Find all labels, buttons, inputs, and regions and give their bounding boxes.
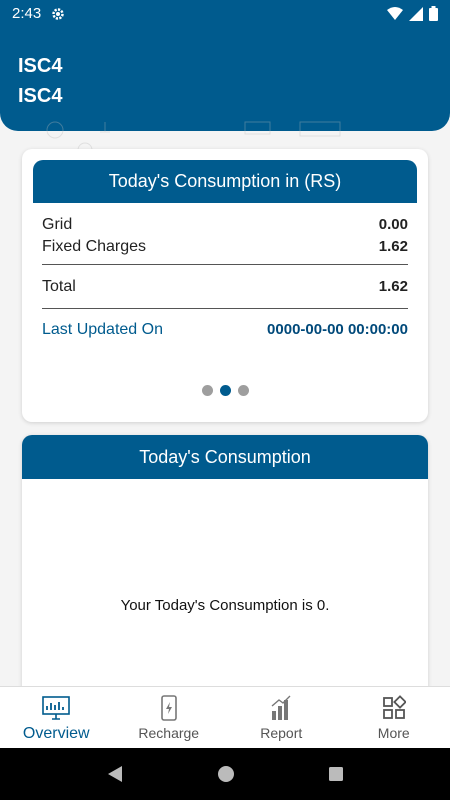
total-row: Total 1.62 bbox=[42, 278, 408, 296]
page-dot[interactable] bbox=[201, 385, 213, 396]
nav-more-label: More bbox=[377, 725, 410, 741]
fixed-charges-value: 1.62 bbox=[378, 238, 408, 255]
total-label: Total bbox=[42, 278, 76, 295]
divider bbox=[42, 308, 408, 309]
nav-more[interactable]: More bbox=[338, 687, 450, 748]
bar-chart-icon bbox=[271, 695, 291, 720]
nav-report[interactable]: Report bbox=[225, 687, 338, 748]
system-navigation-bar bbox=[0, 748, 450, 800]
page-dot[interactable] bbox=[237, 385, 249, 396]
phone-charge-icon bbox=[160, 695, 177, 721]
nav-recharge-label: Recharge bbox=[138, 725, 200, 741]
back-icon[interactable] bbox=[106, 765, 124, 783]
divider bbox=[42, 264, 408, 265]
grid-row: Grid 0.00 bbox=[42, 216, 408, 234]
recents-icon[interactable] bbox=[328, 766, 344, 782]
nav-overview[interactable]: Overview bbox=[0, 687, 113, 748]
today-consumption-card: Today's Consumption Your Today's Consump… bbox=[22, 435, 428, 695]
last-updated-label: Last Updated On bbox=[42, 321, 163, 338]
wifi-icon bbox=[387, 6, 403, 20]
last-updated-value: 0000-00-00 00:00:00 bbox=[267, 321, 408, 338]
header-subtitle: ISC4 bbox=[18, 85, 63, 107]
grid-value: 0.00 bbox=[378, 216, 408, 233]
fixed-charges-row: Fixed Charges 1.62 bbox=[42, 238, 408, 256]
nav-report-label: Report bbox=[260, 725, 303, 741]
status-time: 2:43 bbox=[12, 5, 42, 22]
today-consumption-message: Your Today's Consumption is 0. bbox=[120, 597, 330, 614]
page-indicator[interactable] bbox=[22, 385, 428, 396]
settings-gear-icon bbox=[52, 7, 64, 20]
last-updated-row: Last Updated On 0000-00-00 00:00:00 bbox=[42, 321, 408, 339]
nav-overview-label: Overview bbox=[22, 725, 90, 742]
consumption-card[interactable]: Today's Consumption in (RS) Grid 0.00 Fi… bbox=[22, 149, 428, 422]
today-consumption-title: Today's Consumption bbox=[22, 435, 428, 479]
total-value: 1.62 bbox=[378, 278, 408, 295]
page-dot-active[interactable] bbox=[219, 385, 231, 396]
grid-label: Grid bbox=[42, 216, 73, 233]
fixed-charges-label: Fixed Charges bbox=[42, 238, 147, 255]
grid-icon bbox=[382, 695, 406, 719]
header-title: ISC4 bbox=[18, 55, 63, 77]
home-icon[interactable] bbox=[217, 765, 235, 783]
nav-recharge[interactable]: Recharge bbox=[113, 687, 226, 748]
signal-icon bbox=[409, 6, 423, 21]
battery-icon bbox=[429, 6, 438, 21]
status-bar: 2:43 bbox=[0, 0, 450, 27]
monitor-chart-icon bbox=[42, 696, 71, 720]
app-header: ISC4 ISC4 bbox=[0, 27, 450, 131]
consumption-card-title: Today's Consumption in (RS) bbox=[33, 160, 417, 203]
bottom-nav: Overview Recharge Report More bbox=[0, 686, 450, 748]
